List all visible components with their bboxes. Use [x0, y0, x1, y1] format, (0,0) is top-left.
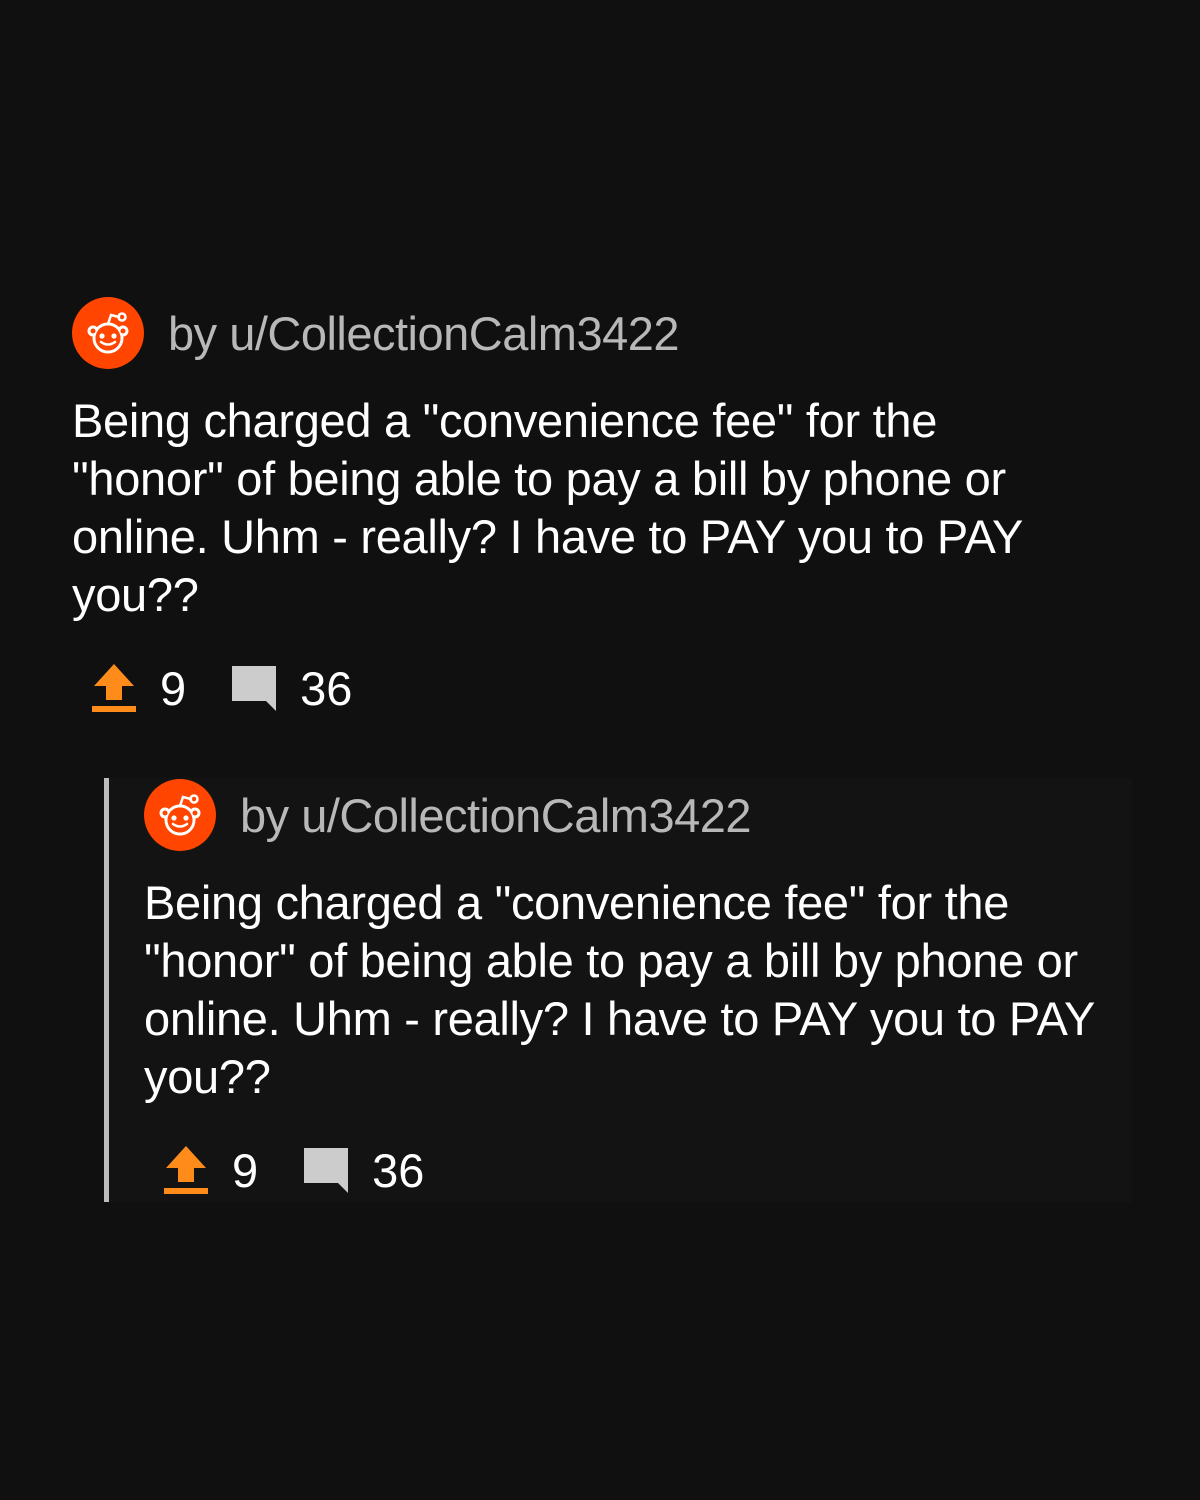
author-name[interactable]: by u/CollectionCalm3422 [240, 788, 752, 843]
author-name[interactable]: by u/CollectionCalm3422 [168, 306, 680, 361]
upvote-arrow-icon[interactable] [84, 658, 144, 718]
upvote-count: 9 [232, 1143, 259, 1197]
quoted-post: by u/CollectionCalm3422 Being charged a … [104, 778, 1132, 1202]
upvote-arrow-icon[interactable] [156, 1140, 216, 1200]
author-row: by u/CollectionCalm3422 [72, 296, 1132, 370]
quoted-post-content: by u/CollectionCalm3422 Being charged a … [144, 778, 1124, 1200]
post-body: Being charged a "convenience fee" for th… [72, 394, 1023, 621]
upvote-count: 9 [160, 661, 187, 715]
post-body: Being charged a "convenience fee" for th… [144, 876, 1095, 1103]
reddit-snoo-icon[interactable] [144, 779, 216, 851]
comment-bubble-icon[interactable] [224, 658, 284, 718]
comment-count: 36 [300, 661, 353, 715]
author-row: by u/CollectionCalm3422 [144, 778, 1124, 852]
main-post: by u/CollectionCalm3422 Being charged a … [72, 296, 1132, 718]
quote-bar [104, 778, 109, 1202]
comment-count: 36 [372, 1143, 425, 1197]
comment-bubble-icon[interactable] [296, 1140, 356, 1200]
post-stats: 9 36 [144, 1140, 1124, 1200]
post-stats: 9 36 [72, 658, 1132, 718]
reddit-snoo-icon[interactable] [72, 297, 144, 369]
